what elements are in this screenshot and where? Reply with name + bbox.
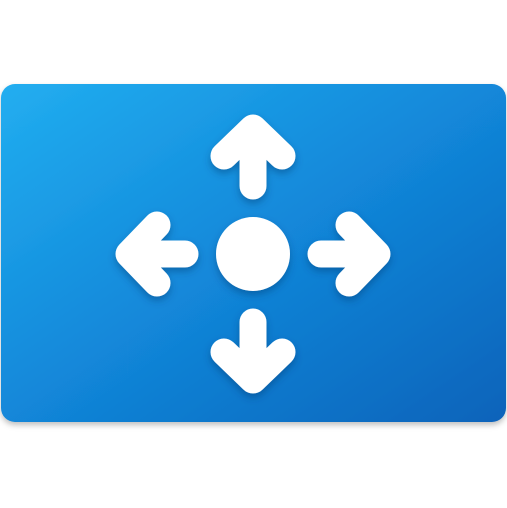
move-arrows-app-icon bbox=[1, 84, 506, 422]
icon-canvas bbox=[0, 0, 507, 508]
center-dot-icon bbox=[216, 217, 290, 291]
